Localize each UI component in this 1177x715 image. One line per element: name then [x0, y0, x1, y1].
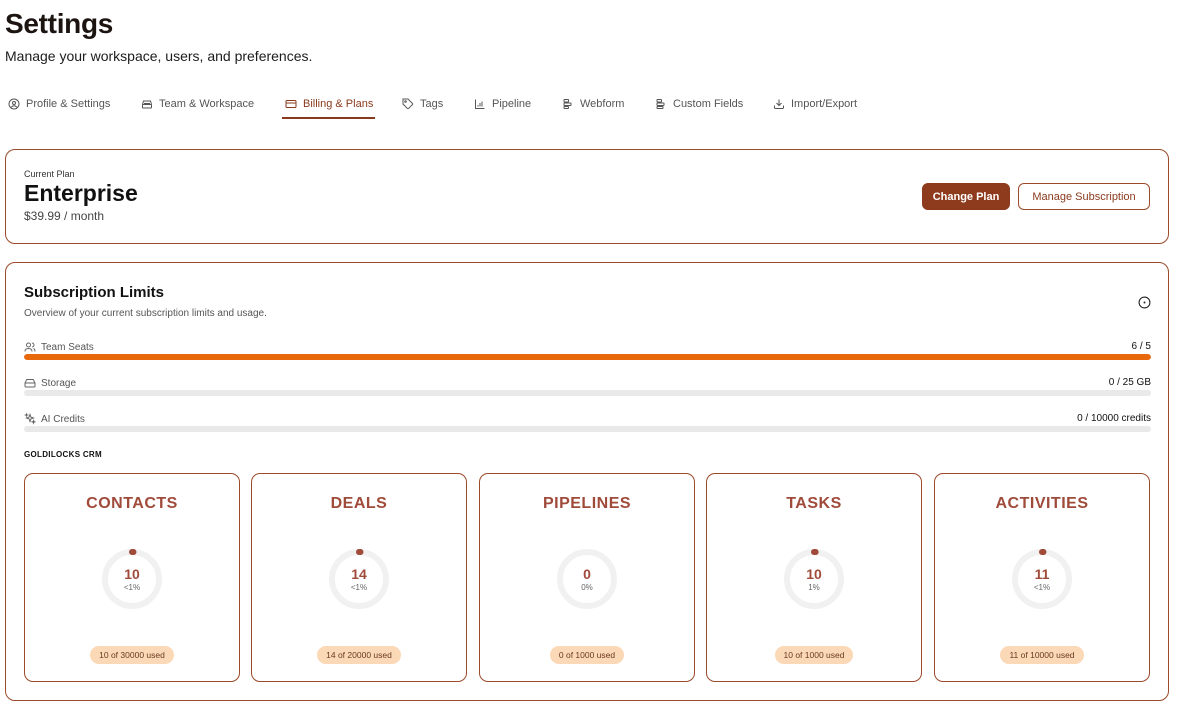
manage-subscription-button[interactable]: Manage Subscription: [1018, 183, 1150, 210]
tab-label: Pipeline: [492, 97, 532, 110]
progress-track: [24, 354, 1151, 360]
usage-card-pipelines: PIPELINES 0 0% 0 of 1000 used: [479, 473, 695, 682]
usage-pill: 11 of 10000 used: [1000, 646, 1084, 664]
usage-card-contacts: CONTACTS 10 <1% 10 of 30000 used: [24, 473, 240, 682]
usage-pill: 10 of 30000 used: [90, 646, 174, 664]
limit-label: AI Credits: [24, 413, 85, 425]
section-label: GOLDILOCKS CRM: [24, 450, 102, 459]
limit-row-ai-credits: AI Credits 0 / 10000 credits: [24, 413, 1151, 437]
tab-team-workspace[interactable]: Team & Workspace: [141, 88, 254, 119]
limit-row-team-seats: Team Seats 6 / 5: [24, 341, 1151, 365]
tab-label: Team & Workspace: [159, 97, 255, 110]
usage-title: TASKS: [786, 495, 842, 512]
usage-pill: 10 of 1000 used: [774, 646, 854, 664]
tab-import-export[interactable]: Import/Export: [773, 88, 857, 119]
settings-tabs: Profile & Settings Team & Workspace Bill…: [0, 88, 1177, 120]
usage-title: DEALS: [330, 495, 388, 512]
limit-value: 6 / 5: [1131, 341, 1151, 352]
usage-value: 14: [351, 566, 367, 582]
building-icon: [142, 100, 152, 108]
hard-drive-icon: [24, 379, 36, 388]
tab-label: Webform: [580, 97, 625, 110]
fields-icon: [656, 98, 665, 109]
usage-card-tasks: TASKS 10 1% 10 of 1000 used: [706, 473, 922, 682]
users-icon: [24, 342, 36, 352]
progress-fill: [24, 354, 1151, 360]
usage-value: 10: [806, 566, 822, 582]
plan-price: $39.99 / month: [24, 209, 105, 223]
tag-icon: [402, 98, 414, 109]
limit-row-storage: Storage 0 / 25 GB: [24, 377, 1151, 401]
active-tab-indicator: [282, 117, 375, 119]
usage-pill: 0 of 1000 used: [549, 646, 625, 664]
usage-percent: <1%: [1033, 583, 1051, 592]
limit-label: Team Seats: [24, 341, 94, 353]
plan-name: Enterprise: [24, 180, 138, 206]
tab-webform[interactable]: Webform: [562, 88, 624, 119]
user-circle-icon: [8, 98, 20, 109]
limit-label-text: Storage: [41, 377, 77, 389]
usage-percent: 0%: [581, 583, 593, 592]
subscription-limits-card: Subscription Limits Overview of your cur…: [5, 262, 1169, 701]
usage-value: 11: [1034, 566, 1050, 582]
plan-label: Current Plan: [24, 169, 75, 179]
usage-pill: 14 of 20000 used: [317, 646, 401, 664]
usage-value: 0: [583, 566, 591, 582]
limit-label-text: AI Credits: [41, 413, 85, 425]
limits-description: Overview of your current subscription li…: [24, 308, 267, 319]
credit-card-icon: [285, 99, 297, 108]
usage-title: ACTIVITIES: [995, 495, 1089, 512]
tab-pipeline[interactable]: Pipeline: [474, 88, 531, 119]
tab-label: Billing & Plans: [303, 97, 374, 110]
tab-label: Profile & Settings: [26, 97, 111, 110]
limit-value: 0 / 25 GB: [1108, 377, 1151, 388]
bar-chart-icon: [475, 99, 485, 109]
tab-custom-fields[interactable]: Custom Fields: [655, 88, 743, 119]
tab-tags[interactable]: Tags: [402, 88, 443, 119]
usage-percent: <1%: [123, 583, 141, 592]
sparkles-icon: [24, 413, 36, 425]
form-icon: [563, 98, 572, 109]
tab-label: Custom Fields: [673, 97, 744, 110]
limit-value: 0 / 10000 credits: [1077, 413, 1151, 424]
progress-track: [24, 426, 1151, 432]
tab-label: Import/Export: [791, 97, 858, 110]
usage-title: PIPELINES: [542, 495, 632, 512]
tab-label: Tags: [420, 97, 444, 110]
usage-card-activities: ACTIVITIES 11 <1% 11 of 10000 used: [934, 473, 1150, 682]
usage-value: 10: [124, 566, 140, 582]
limit-label: Storage: [24, 377, 76, 389]
current-plan-card: Current Plan Enterprise $39.99 / month C…: [5, 149, 1169, 244]
limit-label-text: Team Seats: [41, 341, 94, 353]
tab-billing-plans[interactable]: Billing & Plans: [285, 88, 373, 119]
change-plan-button[interactable]: Change Plan: [922, 183, 1010, 210]
page-title: Settings: [5, 8, 114, 39]
usage-percent: 1%: [808, 583, 820, 592]
info-icon[interactable]: [1138, 296, 1151, 309]
usage-card-deals: DEALS 14 <1% 14 of 20000 used: [251, 473, 467, 682]
usage-title: CONTACTS: [86, 495, 178, 512]
progress-track: [24, 390, 1151, 396]
usage-percent: <1%: [350, 583, 368, 592]
tab-profile-settings[interactable]: Profile & Settings: [8, 88, 110, 119]
limits-title: Subscription Limits: [24, 284, 165, 301]
download-icon: [774, 99, 784, 109]
page-subtitle: Manage your workspace, users, and prefer…: [5, 48, 313, 64]
